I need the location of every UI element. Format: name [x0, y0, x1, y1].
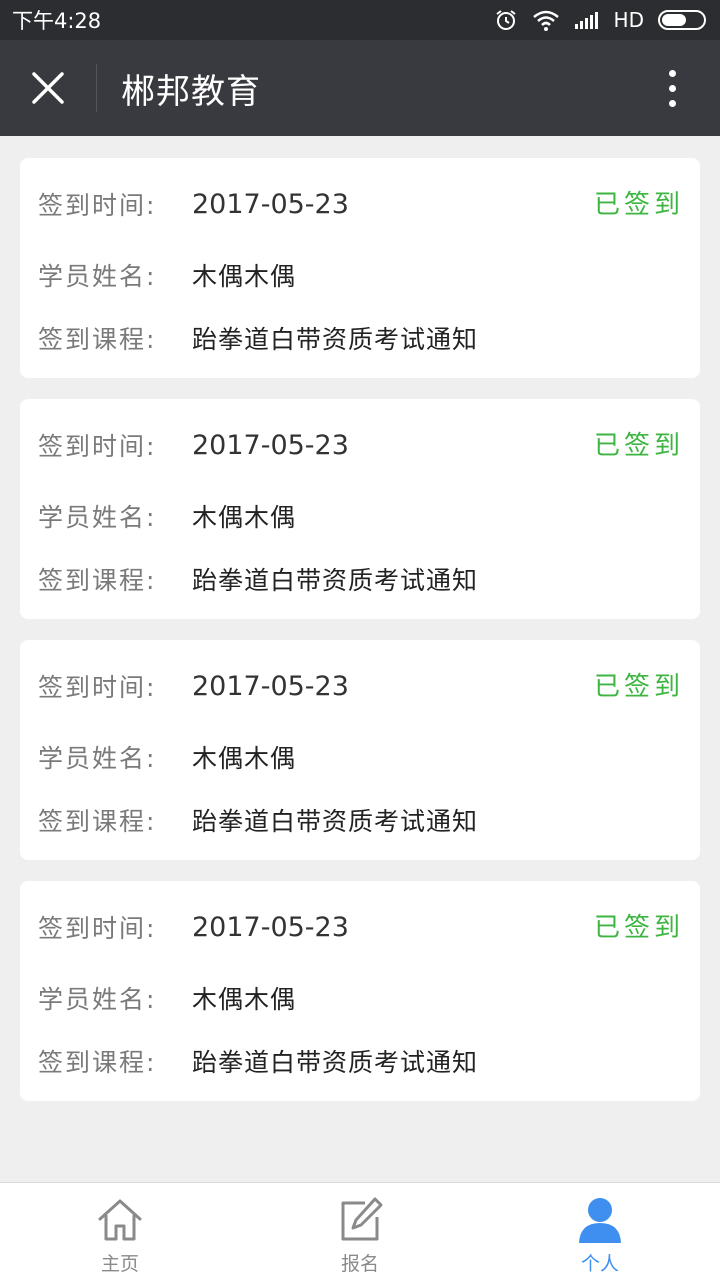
network-type: HD: [613, 8, 644, 32]
page-title: 郴邦教育: [121, 71, 261, 112]
more-dot: [668, 84, 676, 92]
row-name: 学员姓名: 木偶木偶: [38, 243, 682, 306]
row-course: 签到课程: 跆拳道白带资质考试通知: [38, 788, 682, 851]
course-name: 跆拳道白带资质考试通知: [192, 565, 479, 595]
bottom-tab-bar: 主页 报名 个人: [0, 1182, 720, 1280]
label-name: 学员姓名:: [38, 743, 157, 773]
student-name: 木偶木偶: [192, 984, 297, 1014]
row-name: 学员姓名: 木偶木偶: [38, 725, 682, 788]
alarm-icon: [495, 10, 516, 30]
label-name: 学员姓名:: [38, 502, 157, 532]
more-vertical-icon: [668, 69, 676, 77]
tab-home-label: 主页: [100, 1253, 139, 1275]
tab-signup-label: 报名: [340, 1253, 379, 1275]
more-button[interactable]: [624, 40, 720, 136]
wifi-icon: [532, 10, 559, 31]
status-badge: 已签到: [593, 672, 684, 702]
close-icon: [32, 72, 64, 104]
status-bar: 下午4:28 HD: [0, 0, 720, 40]
checkin-date: 2017-05-23: [192, 188, 349, 220]
row-course: 签到课程: 跆拳道白带资质考试通知: [38, 1029, 682, 1092]
row-time: 签到时间: 2017-05-23: [38, 180, 682, 228]
tab-home[interactable]: 主页: [0, 1183, 240, 1280]
course-name: 跆拳道白带资质考试通知: [192, 806, 479, 836]
status-time: 下午4:28: [12, 9, 102, 33]
label-course: 签到课程:: [38, 1047, 157, 1077]
row-name: 学员姓名: 木偶木偶: [38, 484, 682, 547]
more-dot: [668, 99, 676, 107]
status-badge: 已签到: [593, 431, 684, 461]
row-time: 签到时间: 2017-05-23: [38, 421, 682, 469]
user-icon: [579, 1198, 621, 1243]
checkin-card[interactable]: 签到时间: 2017-05-23 学员姓名: 木偶木偶 签到课程: 跆拳道白带资…: [20, 881, 700, 1101]
checkin-card[interactable]: 签到时间: 2017-05-23 学员姓名: 木偶木偶 签到课程: 跆拳道白带资…: [20, 158, 700, 378]
tab-profile-label: 个人: [580, 1253, 619, 1275]
checkin-date: 2017-05-23: [192, 911, 349, 943]
row-course: 签到课程: 跆拳道白带资质考试通知: [38, 547, 682, 610]
label-course: 签到课程:: [38, 806, 157, 836]
label-name: 学员姓名:: [38, 261, 157, 291]
row-course: 签到课程: 跆拳道白带资质考试通知: [38, 306, 682, 369]
checkin-card[interactable]: 签到时间: 2017-05-23 学员姓名: 木偶木偶 签到课程: 跆拳道白带资…: [20, 640, 700, 860]
signal-icon: [574, 12, 598, 29]
checkin-date: 2017-05-23: [192, 429, 349, 461]
student-name: 木偶木偶: [192, 743, 297, 773]
course-name: 跆拳道白带资质考试通知: [192, 324, 479, 354]
status-badge: 已签到: [593, 913, 684, 943]
home-icon: [98, 1199, 142, 1241]
student-name: 木偶木偶: [192, 502, 297, 532]
battery-icon: [658, 10, 706, 30]
label-name: 学员姓名:: [38, 984, 157, 1014]
label-time: 签到时间:: [38, 432, 157, 461]
status-icons: HD: [494, 8, 706, 32]
row-time: 签到时间: 2017-05-23: [38, 662, 682, 710]
course-name: 跆拳道白带资质考试通知: [192, 1047, 479, 1077]
title-bar: 郴邦教育: [0, 40, 720, 136]
label-time: 签到时间:: [38, 914, 157, 943]
checkin-date: 2017-05-23: [192, 670, 349, 702]
battery-level: [662, 14, 686, 26]
title-divider: [96, 64, 97, 112]
tab-profile[interactable]: 个人: [480, 1183, 720, 1280]
tab-signup[interactable]: 报名: [240, 1183, 480, 1280]
checkin-card[interactable]: 签到时间: 2017-05-23 学员姓名: 木偶木偶 签到课程: 跆拳道白带资…: [20, 399, 700, 619]
edit-icon: [341, 1197, 383, 1241]
label-course: 签到课程:: [38, 324, 157, 354]
row-time: 签到时间: 2017-05-23: [38, 903, 682, 951]
label-time: 签到时间:: [38, 673, 157, 702]
row-name: 学员姓名: 木偶木偶: [38, 966, 682, 1029]
label-time: 签到时间:: [38, 191, 157, 220]
close-button[interactable]: [0, 40, 96, 136]
checkin-list: 签到时间: 2017-05-23 学员姓名: 木偶木偶 签到课程: 跆拳道白带资…: [20, 158, 700, 1101]
student-name: 木偶木偶: [192, 261, 297, 291]
label-course: 签到课程:: [38, 565, 157, 595]
status-badge: 已签到: [593, 190, 684, 220]
